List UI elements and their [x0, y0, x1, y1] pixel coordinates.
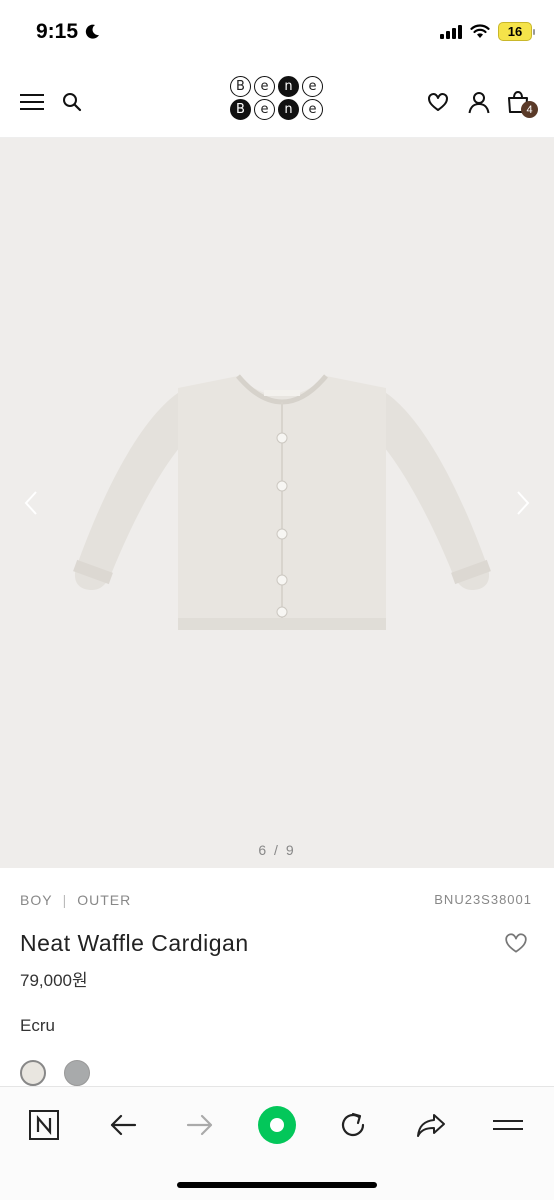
green-dot-button[interactable]	[257, 1105, 297, 1145]
product-photo	[73, 374, 491, 630]
logo-letter: B	[230, 99, 251, 120]
refresh-button[interactable]	[333, 1105, 373, 1145]
product-price: 79,000원	[20, 971, 88, 990]
share-button[interactable]	[411, 1105, 451, 1145]
previous-image-button[interactable]	[16, 483, 46, 523]
logo-letter: e	[302, 76, 323, 97]
battery-level: 16	[507, 24, 523, 39]
heart-icon	[428, 93, 448, 111]
chevron-right-icon	[517, 491, 530, 515]
green-home-icon	[258, 1106, 296, 1144]
product-wishlist-button[interactable]	[504, 932, 530, 958]
breadcrumb: BOY | OUTER	[20, 892, 131, 908]
next-image-button[interactable]	[508, 483, 538, 523]
wishlist-button[interactable]	[422, 86, 454, 118]
time-text: 9:15	[36, 20, 79, 43]
heart-icon	[505, 933, 527, 953]
logo-letter: e	[302, 99, 323, 120]
product-title: Neat Waffle Cardigan	[20, 930, 249, 956]
status-bar: 9:15 16	[0, 0, 554, 66]
refresh-icon	[341, 1112, 365, 1137]
account-button[interactable]	[463, 86, 495, 118]
logo-letter: B	[230, 76, 251, 97]
more-menu-button[interactable]	[488, 1105, 528, 1145]
search-button[interactable]	[56, 86, 88, 118]
product-image-gallery[interactable]: 6 / 9	[0, 138, 554, 868]
chevron-left-icon	[24, 491, 37, 515]
breadcrumb-category[interactable]: BOY	[20, 892, 53, 908]
logo-letter: e	[254, 76, 275, 97]
naver-home-button[interactable]	[24, 1105, 64, 1145]
share-icon	[417, 1114, 445, 1137]
battery-indicator: 16	[498, 22, 535, 41]
breadcrumb-subcategory[interactable]: OUTER	[77, 892, 131, 908]
product-code: BNU23S38001	[434, 892, 532, 907]
browser-toolbar	[0, 1086, 554, 1200]
logo-row-bottom: B e n e	[230, 99, 326, 120]
logo-row-top: B e n e	[230, 76, 326, 97]
cellular-signal-icon	[440, 24, 462, 39]
status-time: 9:15	[36, 20, 100, 44]
menu-button[interactable]	[16, 86, 48, 118]
wifi-icon	[470, 24, 490, 38]
forward-button[interactable]	[180, 1105, 220, 1145]
cart-count-badge: 4	[521, 101, 538, 118]
status-icons: 16	[440, 22, 535, 41]
search-icon	[63, 93, 82, 112]
forward-arrow-icon	[186, 1114, 213, 1136]
logo-letter: n	[278, 99, 299, 120]
home-indicator	[177, 1182, 377, 1188]
selected-color-name: Ecru	[20, 1016, 55, 1035]
naver-n-icon	[29, 1110, 59, 1140]
moon-icon	[85, 24, 100, 39]
color-swatch-gray[interactable]	[64, 1060, 90, 1086]
user-icon	[468, 92, 490, 114]
logo-letter: e	[254, 99, 275, 120]
brand-logo[interactable]: B e n e B e n e	[230, 76, 326, 124]
back-arrow-icon	[110, 1114, 137, 1136]
color-swatch-ecru[interactable]	[20, 1060, 46, 1086]
slide-counter: 6 / 9	[258, 842, 296, 858]
site-header: B e n e B e n e 4	[0, 66, 554, 138]
logo-letter: n	[278, 76, 299, 97]
cart-button[interactable]: 4	[502, 86, 538, 118]
breadcrumb-separator: |	[62, 892, 68, 908]
more-menu-icon	[493, 1120, 523, 1130]
menu-icon	[20, 94, 44, 110]
back-button[interactable]	[103, 1105, 143, 1145]
